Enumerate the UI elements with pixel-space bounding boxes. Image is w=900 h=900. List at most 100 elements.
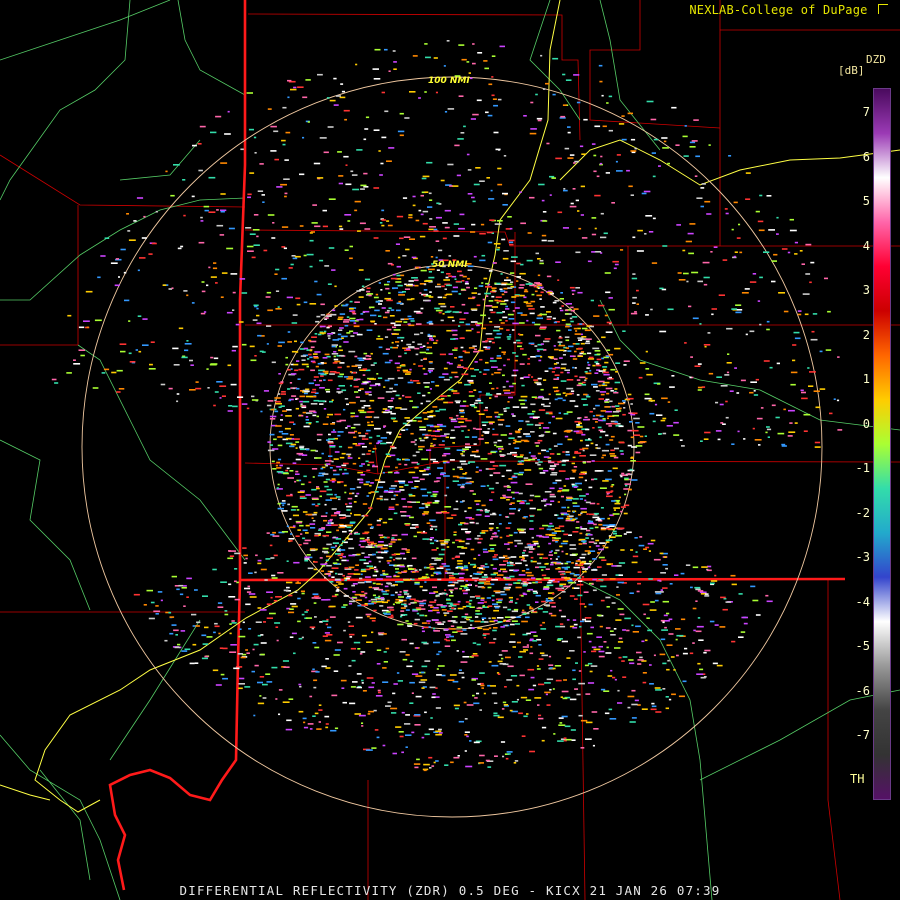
echo-gate (455, 401, 460, 404)
echo-gate (428, 473, 431, 475)
echo-gate (418, 445, 425, 448)
echo-gate (537, 314, 542, 317)
echo-gate (227, 364, 232, 367)
echo-gate (231, 622, 237, 624)
echo-gate (380, 583, 383, 586)
echo-gate (495, 148, 501, 151)
echo-gate (759, 276, 763, 279)
echo-gate (577, 417, 581, 420)
echo-gate (361, 406, 365, 409)
echo-gate (397, 130, 405, 133)
echo-gate (291, 605, 298, 608)
echo-gate (303, 425, 310, 428)
echo-gate (388, 307, 392, 309)
echo-gate (504, 291, 508, 293)
echo-gate (214, 391, 219, 393)
echo-gate (491, 373, 494, 376)
echo-gate (303, 392, 308, 395)
echo-gate (383, 544, 389, 547)
echo-gate (401, 533, 408, 536)
echo-gate (566, 411, 573, 413)
echo-gate (432, 693, 436, 695)
echo-gate (508, 241, 514, 244)
echo-gate (366, 641, 373, 643)
echo-gate (565, 738, 572, 741)
echo-gate (516, 684, 520, 687)
echo-gate (440, 473, 445, 476)
echo-gate (276, 487, 279, 489)
echo-gate (484, 574, 488, 576)
echo-gate (334, 553, 341, 555)
echo-gate (290, 533, 293, 535)
echo-gate (509, 334, 512, 336)
echo-gate (503, 287, 508, 290)
echo-gate (190, 364, 194, 366)
echo-gate (558, 412, 561, 414)
echo-gate (424, 660, 431, 662)
echo-gate (355, 378, 361, 381)
echo-gate (333, 473, 340, 476)
echo-gate (133, 593, 140, 596)
echo-gate (607, 675, 613, 677)
echo-gate (594, 125, 601, 128)
echo-gate (676, 224, 681, 226)
echo-gate (406, 348, 411, 350)
echo-gate (128, 239, 136, 241)
echo-gate (289, 445, 295, 448)
echo-gate (654, 599, 659, 602)
echo-gate (618, 656, 622, 659)
echo-gate (605, 410, 612, 413)
echo-gate (329, 605, 336, 608)
echo-gate (469, 599, 473, 602)
echo-gate (327, 379, 333, 382)
echo-gate (538, 183, 545, 186)
echo-gate (366, 495, 370, 497)
echo-gate (457, 562, 463, 565)
echo-gate (565, 453, 570, 456)
echo-gate (436, 674, 442, 676)
echo-gate (399, 237, 404, 240)
echo-gate (789, 229, 797, 232)
echo-gate (278, 430, 283, 433)
echo-gate (450, 306, 455, 308)
echo-gate (342, 555, 346, 558)
echo-gate (311, 391, 317, 394)
echo-gate (496, 301, 499, 304)
echo-gate (359, 559, 367, 561)
echo-gate (581, 566, 585, 569)
echo-gate (366, 416, 373, 418)
echo-gate (724, 208, 728, 210)
echo-gate (651, 705, 657, 708)
echo-gate (186, 577, 192, 580)
echo-gate (426, 449, 432, 451)
echo-gate (406, 665, 413, 668)
echo-gate (269, 415, 277, 418)
echo-gate (398, 294, 405, 296)
echo-gate (491, 295, 495, 298)
echo-gate (606, 495, 613, 498)
echo-gate (308, 339, 312, 342)
echo-gate (494, 282, 497, 285)
echo-gate (688, 305, 692, 308)
echo-gate (208, 176, 216, 179)
echo-gate (584, 617, 592, 619)
echo-gate (574, 405, 579, 408)
echo-gate (348, 502, 352, 505)
echo-gate (275, 268, 280, 271)
county-boundaries (0, 0, 900, 900)
echo-gate (344, 567, 349, 569)
echo-gate (487, 586, 492, 589)
echo-gate (450, 338, 456, 340)
echo-gate (326, 97, 330, 99)
echo-gate (634, 147, 637, 150)
echo-gate (362, 446, 367, 448)
echo-gate (377, 486, 384, 489)
echo-gate (440, 435, 447, 437)
echo-gate (725, 212, 729, 215)
echo-gate (614, 263, 619, 266)
echo-gate (551, 472, 558, 474)
echo-gate (350, 686, 356, 688)
echo-gate (507, 665, 514, 668)
echo-gate (514, 359, 518, 362)
echo-gate (365, 393, 369, 395)
